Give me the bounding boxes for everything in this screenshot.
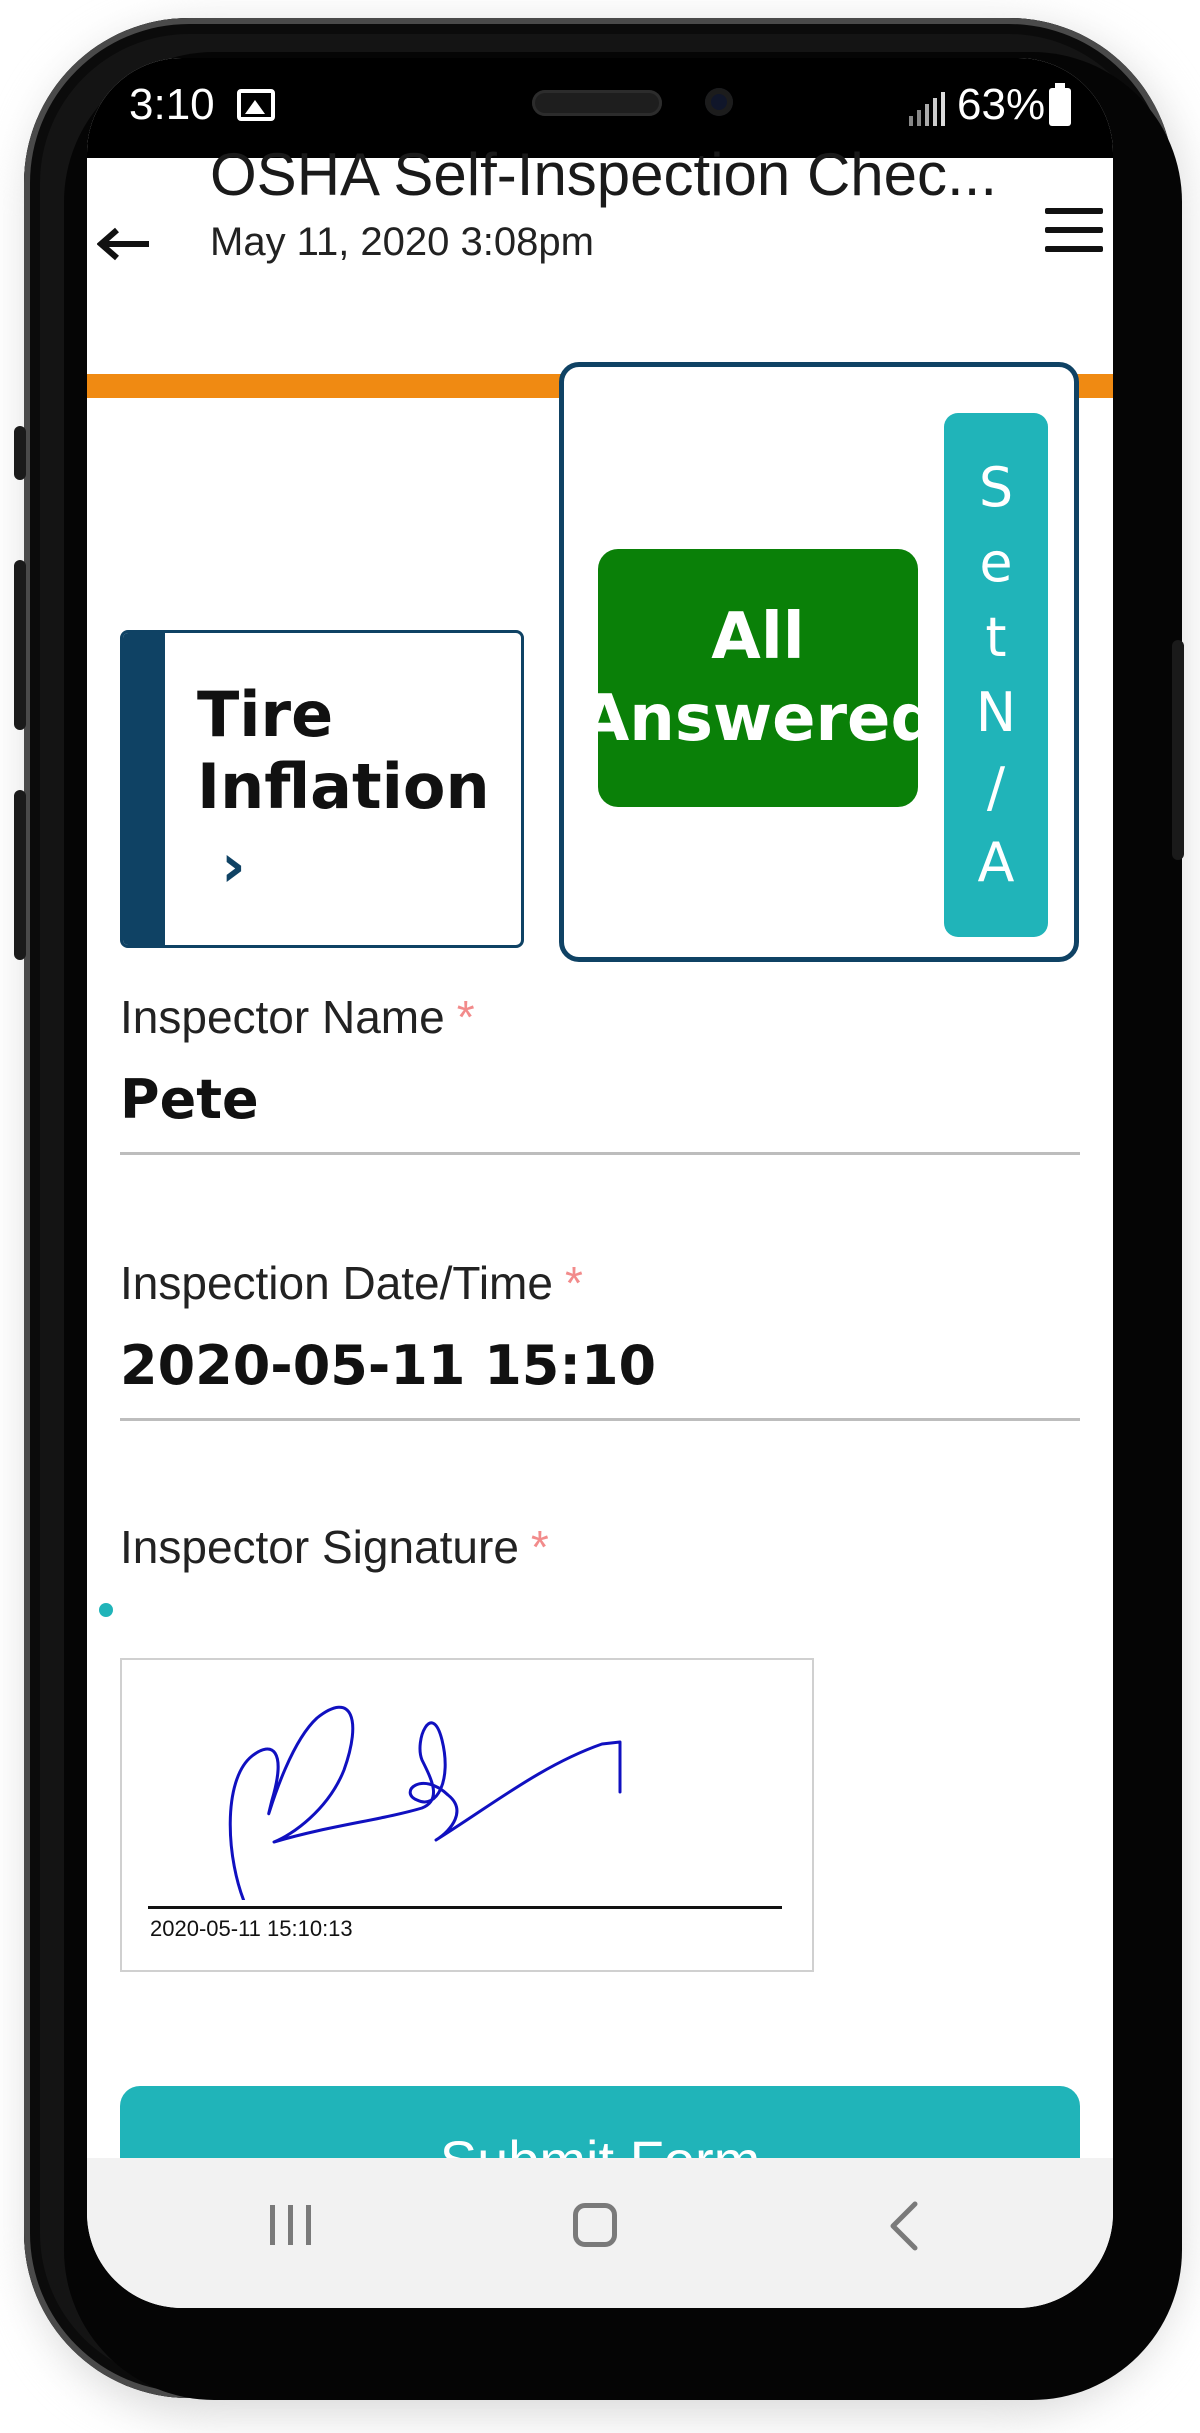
hamburger-menu-icon[interactable] [1045,208,1103,256]
section-card-title-line2: Inflation [197,750,490,823]
screen: 3:10 63% OSHA Self-Inspection Chec... Ma… [87,58,1113,2308]
signature-drawing [228,1705,622,1900]
power-button [1172,640,1184,860]
status-time: 3:10 [129,80,215,129]
volume-down-button [14,560,26,730]
chevron-right-icon: › [221,831,246,901]
bixby-button [14,790,26,960]
section-card-tire-inflation[interactable]: Tire Inflation › [120,630,524,948]
system-nav-bar [87,2158,1113,2308]
required-asterisk: * [564,1257,583,1309]
inspector-name-label: Inspector Name * [120,990,475,1044]
signal-icon [909,92,945,126]
gallery-notification-icon [237,89,275,121]
inspector-name-label-text: Inspector Name [120,991,445,1043]
page-subtitle: May 11, 2020 3:08pm [210,220,594,264]
required-asterisk: * [530,1521,549,1573]
front-camera [705,88,733,116]
signature-pad[interactable]: 2020-05-11 15:10:13 [120,1658,814,1972]
battery-icon [1049,83,1071,126]
inspector-signature-label: Inspector Signature * [120,1520,549,1574]
set-na-letter: S [978,456,1014,519]
inspection-datetime-field[interactable]: 2020-05-11 15:10 [120,1334,656,1397]
required-asterisk: * [456,991,475,1043]
set-na-letter: / [986,756,1006,819]
inspector-name-underline [120,1152,1080,1155]
all-answered-line2: Answered [579,682,937,756]
inspector-signature-label-text: Inspector Signature [120,1521,519,1573]
section-card-title: Tire Inflation [197,679,490,823]
section-card-title-line1: Tire [197,678,334,751]
signature-timestamp: 2020-05-11 15:10:13 [150,1916,353,1941]
earpiece-speaker [532,90,662,116]
set-na-button[interactable]: S e t N / A [944,413,1048,937]
battery-percent: 63% [957,80,1046,129]
nav-back-icon[interactable] [879,2198,929,2254]
back-arrow-icon[interactable] [97,224,157,264]
inspection-datetime-label: Inspection Date/Time * [120,1256,583,1310]
inspection-datetime-label-text: Inspection Date/Time [120,1257,553,1309]
signature-indicator-dot [99,1603,113,1617]
volume-up-button [14,426,26,480]
all-answered-line1: All [711,600,805,674]
section-card-accent [123,633,165,945]
recent-apps-icon[interactable] [270,2205,316,2245]
inspection-datetime-underline [120,1418,1080,1421]
section-status-card: All Answered S e t N / A [559,362,1079,962]
set-na-letter: t [985,606,1007,669]
set-na-letter: A [977,831,1015,894]
all-answered-badge: All Answered [580,549,936,807]
set-na-letter: N [975,681,1017,744]
set-na-letter: e [979,531,1013,594]
inspector-name-field[interactable]: Pete [120,1068,259,1131]
page-title: OSHA Self-Inspection Chec... [210,141,998,208]
home-icon[interactable] [573,2203,617,2247]
signature-baseline [148,1906,782,1909]
